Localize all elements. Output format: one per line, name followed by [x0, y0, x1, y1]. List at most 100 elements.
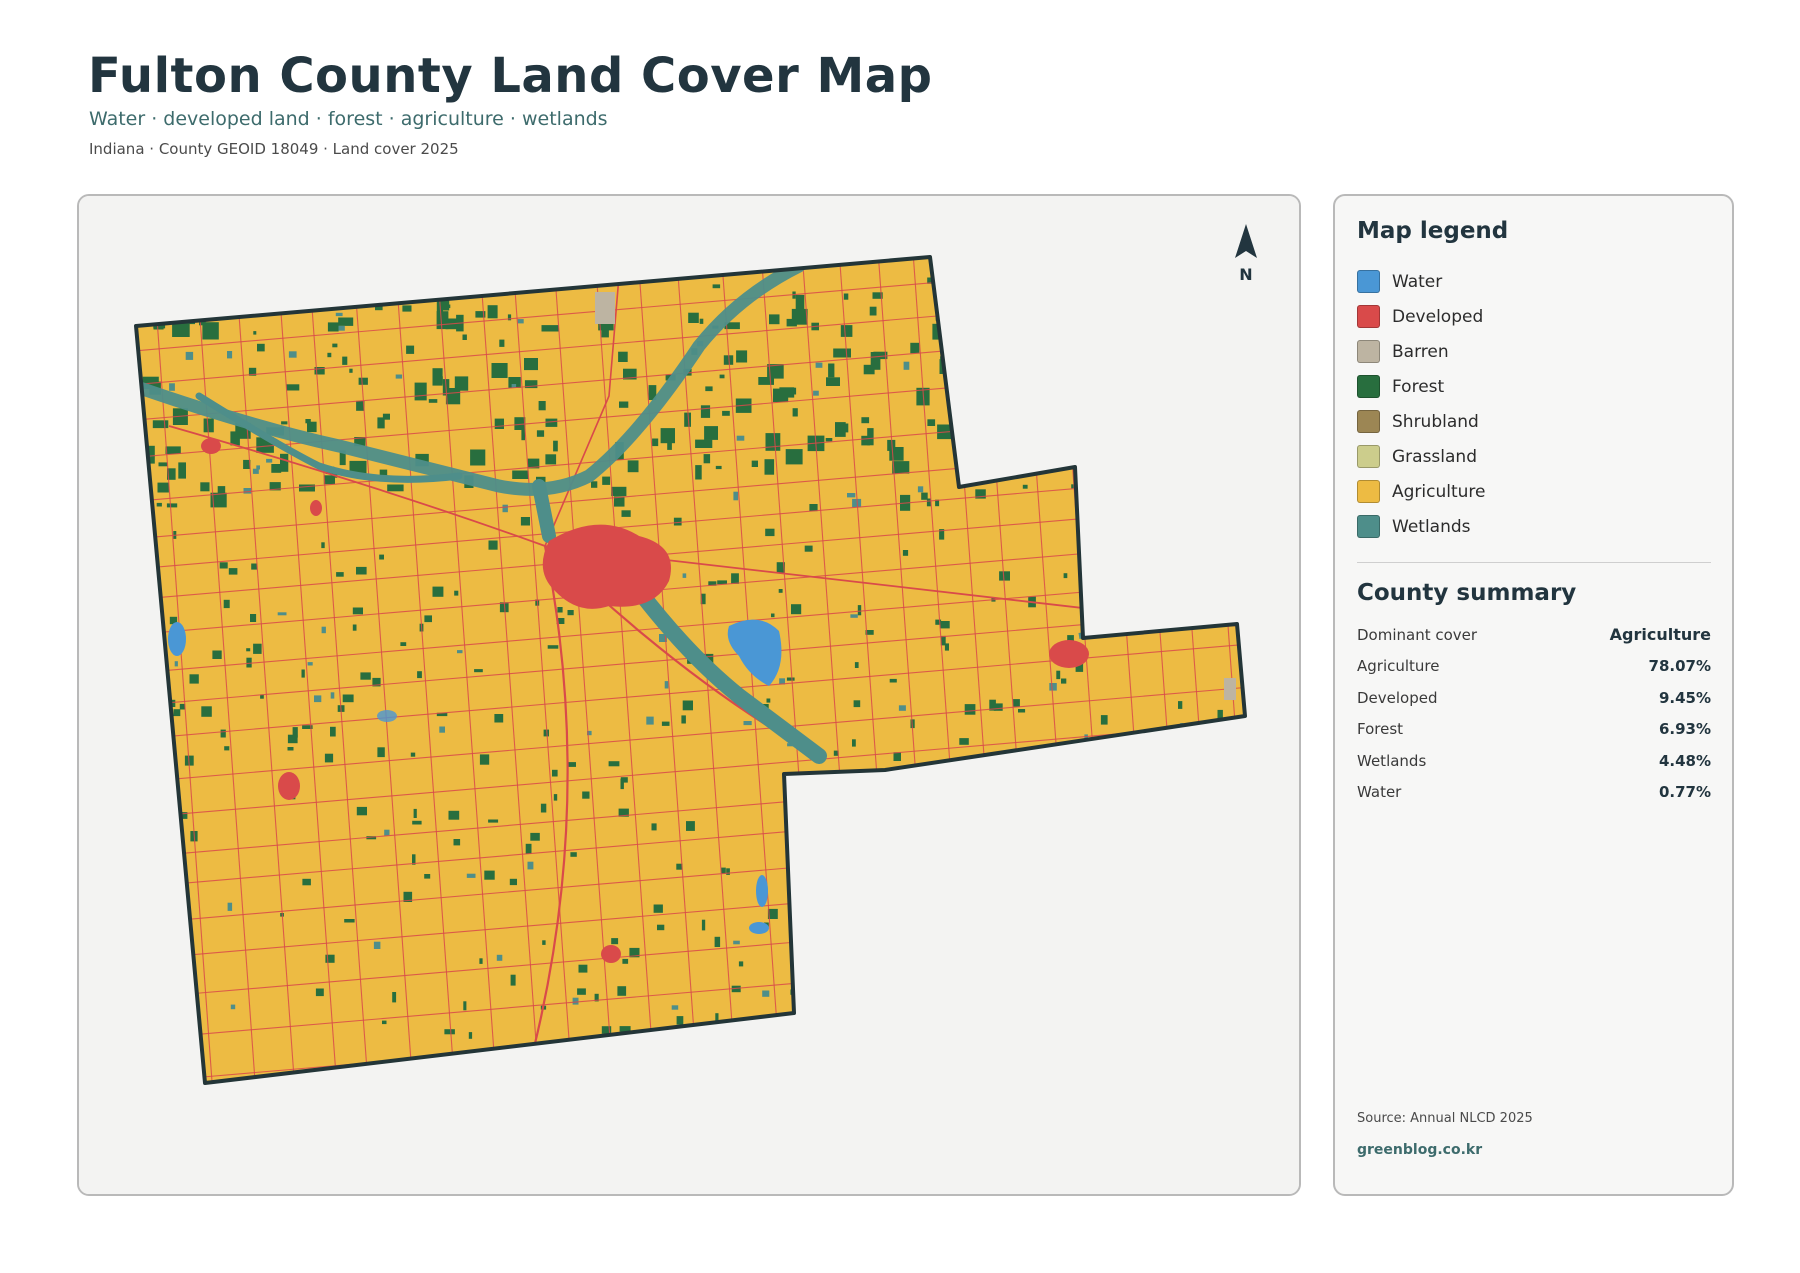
forest-patch [620, 778, 624, 790]
forest-patch [1247, 890, 1250, 900]
summary-row: Developed 9.45% [1357, 682, 1711, 714]
summary-value: 0.77% [1658, 783, 1711, 802]
forest-patch [769, 314, 780, 325]
forest-patch [861, 417, 870, 424]
forest-patch [627, 460, 639, 473]
summary-value: 6.93% [1658, 720, 1711, 739]
wetland-patch [933, 842, 941, 847]
wetland-patch [1058, 1054, 1064, 1063]
forest-patch [699, 318, 704, 324]
forest-patch [622, 958, 629, 964]
wetland-patch [496, 954, 503, 961]
forest-patch [902, 550, 909, 556]
forest-patch [474, 669, 483, 673]
forest-patch [406, 345, 415, 354]
forest-patch [157, 482, 169, 493]
legend-label: Forest [1392, 376, 1445, 397]
wetland-patch [682, 573, 687, 578]
forest-patch [220, 729, 226, 738]
forest-patch [1217, 709, 1223, 719]
forest-patch [1178, 924, 1183, 932]
forest-patch [315, 988, 324, 997]
forest-patch [869, 306, 877, 316]
forest-patch [487, 305, 498, 319]
forest-patch [302, 878, 311, 886]
forest-patch [488, 540, 498, 550]
wetland-patch [692, 1064, 700, 1070]
wetland-patch [743, 721, 752, 726]
forest-patch [414, 382, 427, 401]
wetland-patch [243, 488, 252, 494]
forest-patch [657, 924, 665, 931]
forest-patch [841, 829, 849, 833]
page-title: Fulton County Land Cover Map [88, 48, 933, 104]
forest-patch [392, 992, 397, 1003]
legend-item-water: Water [1357, 264, 1486, 299]
wetland-patch [338, 325, 345, 331]
forest-patch [918, 819, 929, 824]
map-panel[interactable]: N [77, 194, 1301, 1196]
forest-patch [342, 356, 348, 365]
forest-patch [731, 573, 739, 584]
forest-patch [1085, 811, 1091, 818]
forest-patch [889, 678, 897, 683]
forest-patch [305, 419, 311, 424]
forest-patch [444, 1029, 455, 1035]
forest-patch [927, 419, 936, 426]
town-northwest [201, 438, 221, 454]
forest-patch [1154, 1073, 1162, 1083]
summary-row: Water 0.77% [1357, 777, 1711, 809]
forest-patch [1234, 359, 1239, 371]
forest-patch [1077, 785, 1084, 789]
forest-patch [1113, 884, 1117, 892]
forest-patch [791, 308, 808, 325]
forest-patch [136, 1031, 140, 1035]
forest-patch [703, 454, 711, 464]
forest-patch [712, 284, 721, 289]
forest-patch [424, 615, 432, 623]
forest-patch [292, 727, 298, 738]
forest-patch [1070, 1015, 1081, 1023]
legend-swatch [1357, 340, 1380, 363]
town-south [601, 945, 621, 963]
forest-patch [974, 334, 985, 341]
summary-table: Dominant cover Agriculture Agriculture 78.… [1357, 619, 1711, 808]
forest-patch [1013, 699, 1020, 707]
forest-patch [1056, 670, 1061, 680]
wetland-patch [1091, 770, 1100, 774]
forest-patch [377, 1065, 387, 1074]
forest-patch [833, 348, 851, 358]
legend-swatch [1357, 270, 1380, 293]
lake-southeast [756, 875, 768, 907]
forest-patch [236, 284, 245, 289]
forest-patch [428, 399, 438, 403]
forest-patch [757, 1067, 768, 1073]
forest-patch [193, 277, 198, 287]
land-cover-map[interactable]: N [79, 196, 1299, 1194]
forest-patch [336, 572, 344, 577]
forest-patch [835, 422, 846, 437]
forest-patch [786, 677, 795, 681]
lake-southeast-small [749, 922, 769, 934]
forest-patch [532, 1045, 540, 1055]
forest-patch [147, 828, 155, 832]
wetland-patch [321, 626, 326, 634]
forest-patch [970, 1086, 980, 1090]
forest-patch [719, 374, 725, 379]
wetland-patch [266, 458, 273, 463]
forest-patch [1131, 397, 1139, 404]
forest-patch [673, 517, 682, 526]
forest-patch [319, 265, 324, 270]
forest-patch [704, 426, 718, 440]
site-link[interactable]: greenblog.co.kr [1357, 1142, 1482, 1158]
wetland-patch [815, 362, 823, 368]
forest-patch [250, 614, 257, 622]
wetland-patch [646, 716, 654, 725]
wetland-patch [517, 319, 524, 324]
summary-label: Forest [1357, 720, 1404, 739]
forest-patch [468, 1032, 473, 1039]
forest-patch [840, 325, 853, 337]
forest-patch [771, 613, 775, 618]
forest-patch [952, 812, 956, 823]
forest-patch [547, 645, 559, 649]
